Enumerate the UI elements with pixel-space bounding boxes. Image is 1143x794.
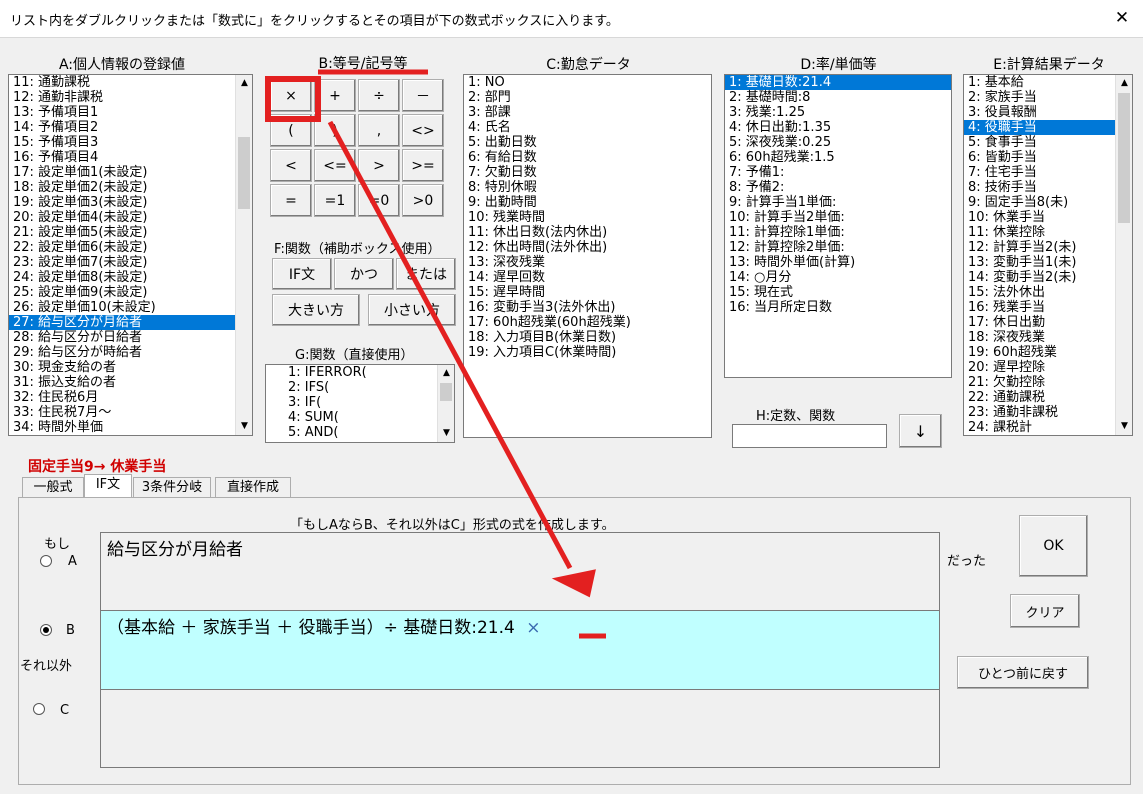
arrow-line xyxy=(327,120,573,570)
highlight-box xyxy=(265,76,321,122)
annotation-overlay xyxy=(265,69,606,639)
arrow-head xyxy=(551,569,596,598)
